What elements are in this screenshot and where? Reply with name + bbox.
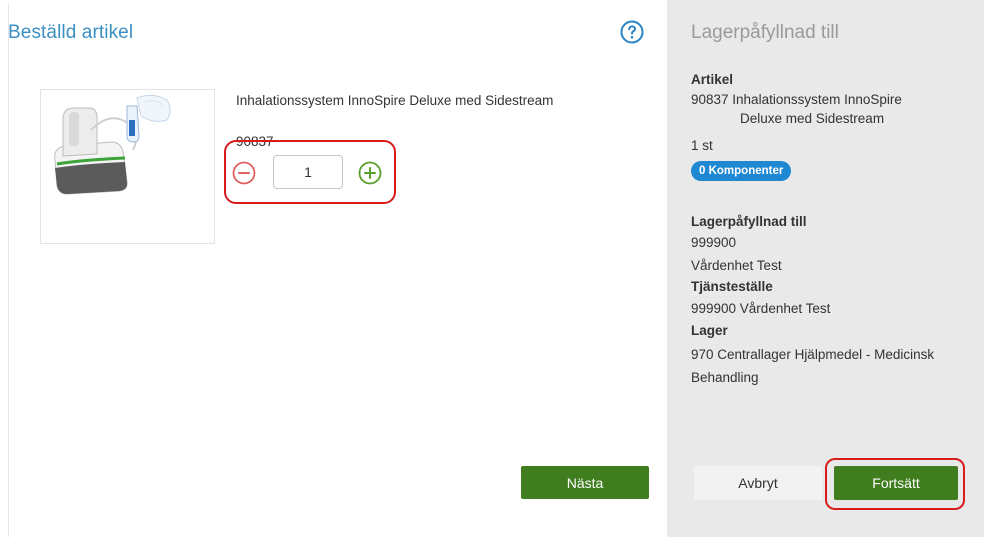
product-number: 90837 [236,134,274,149]
summary-title: Lagerpåfyllnad till [691,22,839,43]
refill-name: Vårdenhet Test [691,258,782,273]
ordered-article-panel [8,0,667,537]
stock-heading: Lager [691,323,728,338]
product-image [40,89,215,244]
nebulizer-illustration [54,94,171,195]
next-button[interactable]: Nästa [521,466,649,499]
product-name: Inhalationssystem InnoSpire Deluxe med S… [236,93,554,108]
page-title: Beställd artikel [8,22,134,43]
help-icon[interactable] [620,20,644,44]
refill-code: 999900 [691,235,737,250]
refill-heading: Lagerpåfyllnad till [691,214,807,229]
cancel-button[interactable]: Avbryt [694,466,822,500]
stock-line2: Behandling [691,370,759,385]
plus-icon[interactable] [358,161,382,185]
continue-button[interactable]: Fortsätt [834,466,958,500]
panel-divider [8,4,9,537]
components-badge[interactable]: 0 Komponenter [691,161,792,181]
quantity-input[interactable] [273,155,343,189]
refill-summary-panel: Lagerpåfyllnad till Artikel 90837 Inhala… [667,0,984,537]
article-line1: 90837 Inhalationssystem InnoSpire [691,92,902,107]
service-value: 999900 Vårdenhet Test [691,301,831,316]
minus-icon[interactable] [232,161,256,185]
article-quantity: 1 st [691,138,713,153]
article-heading: Artikel [691,72,734,87]
service-heading: Tjänsteställe [691,279,773,294]
article-line2: Deluxe med Sidestream [740,111,885,126]
stock-line1: 970 Centrallager Hjälpmedel - Medicinsk [691,347,935,362]
